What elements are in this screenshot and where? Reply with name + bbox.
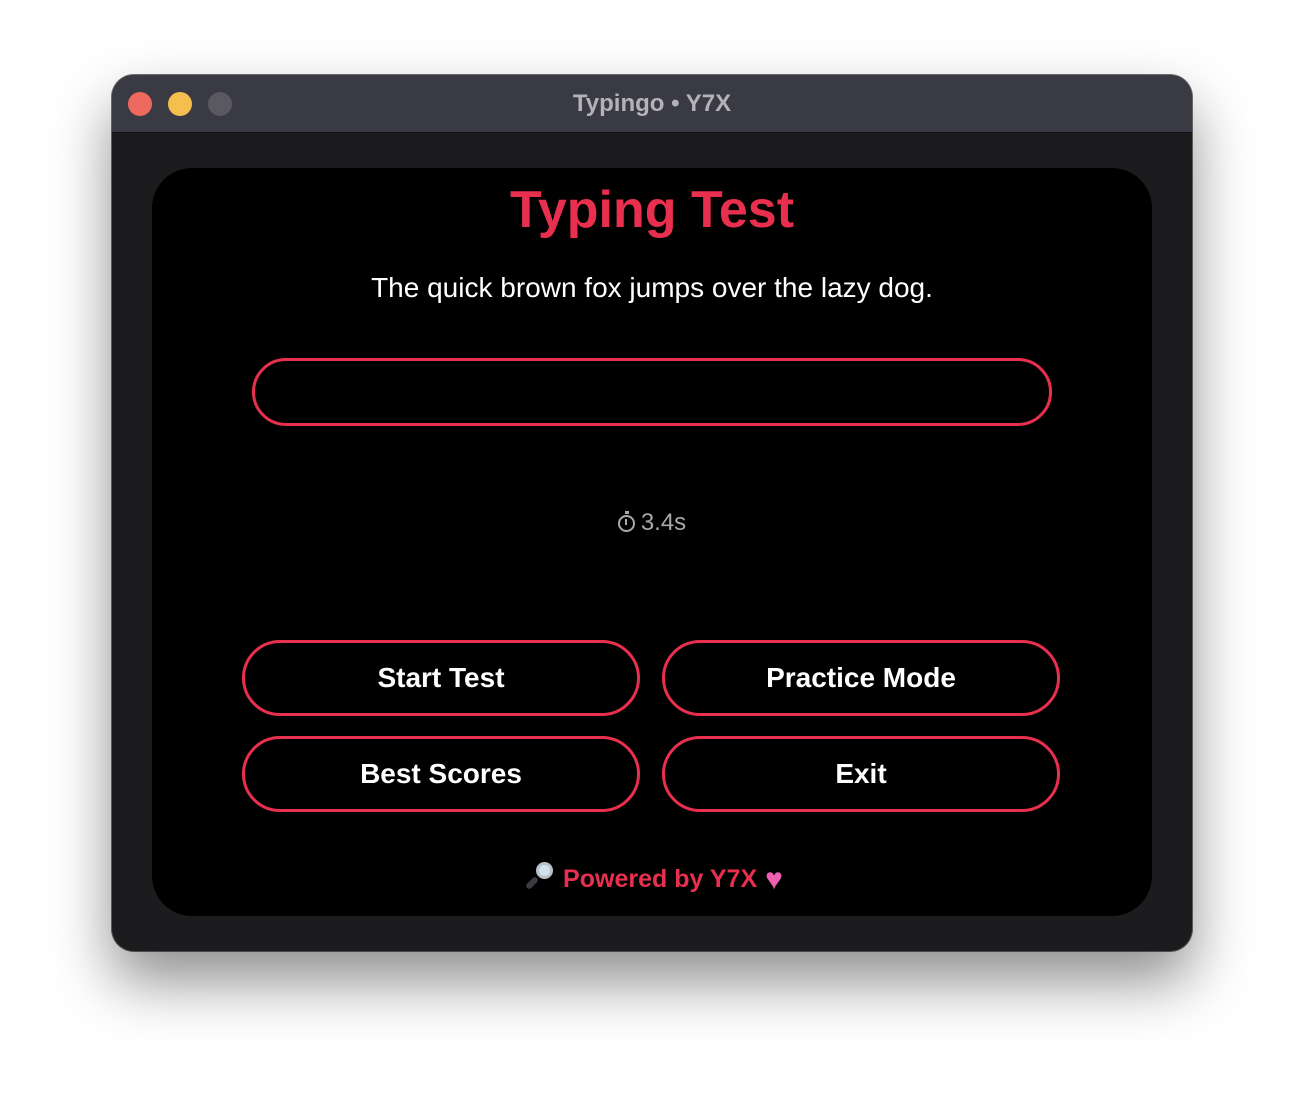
window-title: Typingo • Y7X bbox=[572, 90, 732, 117]
page-title: Typing Test bbox=[509, 181, 795, 239]
best-scores-button[interactable]: Best Scores bbox=[242, 736, 640, 812]
main-panel: Typing Test The quick brown fox jumps ov… bbox=[152, 168, 1152, 916]
timer-display: 3.4s bbox=[152, 508, 1152, 538]
stopwatch-icon bbox=[617, 511, 635, 532]
title-bar[interactable]: Typingo • Y7X bbox=[112, 75, 1192, 133]
app-window: Typingo • Y7X Typing Test The quick brow… bbox=[112, 75, 1192, 951]
footer-credit: Powered by Y7X ♥ bbox=[152, 861, 1152, 897]
prompt-text: The quick brown fox jumps over the lazy … bbox=[371, 272, 933, 303]
heart-icon: ♥ bbox=[765, 863, 783, 896]
practice-mode-button[interactable]: Practice Mode bbox=[662, 640, 1060, 716]
magnifier-icon bbox=[521, 861, 555, 891]
exit-button[interactable]: Exit bbox=[662, 736, 1060, 812]
timer-value: 3.4s bbox=[640, 509, 687, 536]
start-test-button[interactable]: Start Test bbox=[242, 640, 640, 716]
footer-text: Powered by Y7X bbox=[563, 865, 758, 893]
typing-input[interactable] bbox=[252, 358, 1052, 426]
